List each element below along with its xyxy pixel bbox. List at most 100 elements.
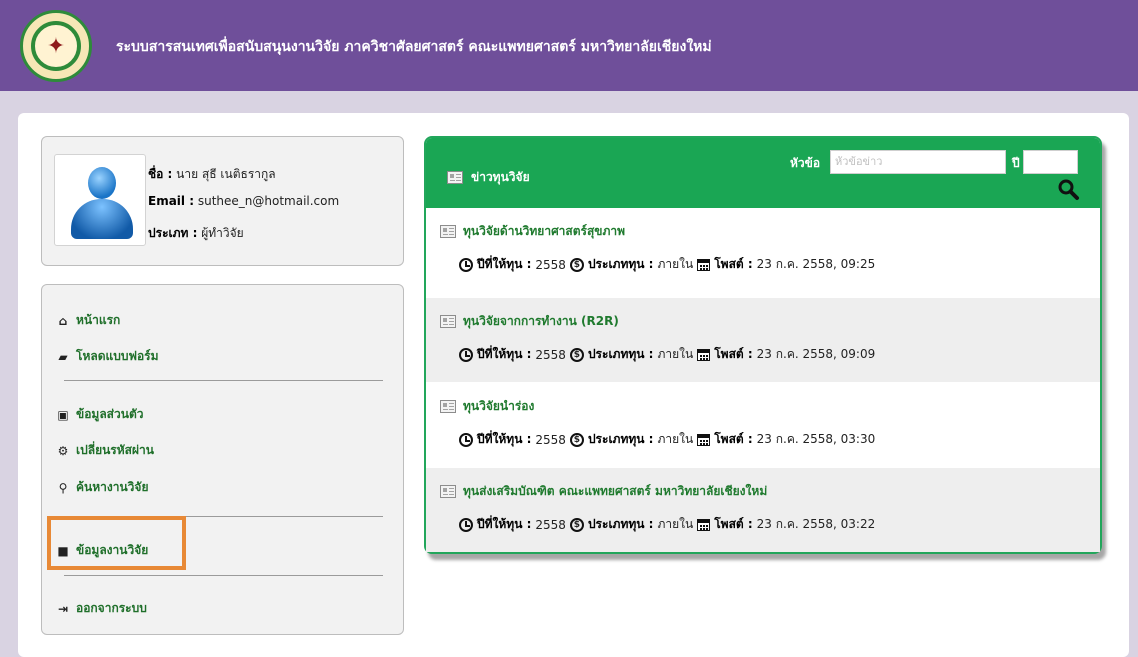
menu-item-label: ออกจากระบบ [76,601,147,615]
logout-icon: ⇥ [57,601,69,616]
news-item[interactable]: ทุนส่งเสริมบัณฑิต คณะแพทยศาสตร์ มหาวิทยา… [426,468,1100,552]
meta-type-value: ภายใน [657,517,694,531]
gears-icon: ⚙ [57,443,69,458]
avatar-head [88,167,116,199]
profile-name-value: นาย สุธี เนติธรากูล [176,167,276,181]
page-title: ระบบสารสนเทศเพื่อสนับสนุนงานวิจัย ภาควิช… [116,39,712,55]
news-item-title[interactable]: ทุนวิจัยนำร่อง [440,397,534,416]
meta-posted-value: 23 ก.ค. 2558, 03:22 [756,517,876,531]
clock-icon [459,517,473,532]
menu-item-label: ค้นหางานวิจัย [76,480,149,494]
profile-email-label: Email : [148,194,195,208]
year-label: ปี [1012,156,1020,170]
topic-search-input[interactable] [830,150,1006,174]
id-card-icon: ▣ [57,407,69,422]
search-icon[interactable] [1056,177,1080,201]
meta-posted-value: 23 ก.ค. 2558, 09:09 [756,347,876,361]
meta-year-label: ปีที่ให้ทุน : [477,347,532,361]
menu-divider [64,575,383,576]
meta-year-value: 2558 [535,257,566,272]
sidebar-menu: ⌂ หน้าแรก ▰ โหลดแบบฟอร์ม ▣ ข้อมูลส่วนตัว… [41,284,404,635]
newspaper-icon [440,400,456,413]
year-search-input[interactable] [1023,150,1078,174]
money-icon: $ [569,347,584,362]
faculty-logo: ✦ [20,10,92,82]
profile-type-value: ผู้ทำวิจัย [201,226,244,240]
meta-year-label: ปีที่ให้ทุน : [477,432,532,446]
news-item[interactable]: ทุนวิจัยจากการทำงาน (R2R) ปีที่ให้ทุน : … [426,298,1100,382]
menu-item-search-research[interactable]: ⚲ ค้นหางานวิจัย [56,478,149,497]
calendar-icon [697,518,711,531]
meta-posted-label: โพสต์ : [714,432,753,446]
meta-type-label: ประเภททุน : [587,257,654,271]
newspaper-icon [440,315,456,328]
news-item-title[interactable]: ทุนวิจัยจากการทำงาน (R2R) [440,312,619,331]
menu-item-change-password[interactable]: ⚙ เปลี่ยนรหัสผ่าน [56,441,154,460]
news-panel-title: ข่าวทุนวิจัย [447,168,530,187]
clock-icon [459,347,473,362]
meta-posted-value: 23 ก.ค. 2558, 09:25 [756,257,876,271]
meta-year-value: 2558 [535,432,566,447]
top-header: ✦ ระบบสารสนเทศเพื่อสนับสนุนงานวิจัย ภาคว… [0,0,1138,91]
meta-type-value: ภายใน [657,347,694,361]
meta-year-value: 2558 [535,347,566,362]
news-item-meta: ปีที่ให้ทุน : 2558 $ ประเภททุน : ภายใน โ… [459,515,875,534]
menu-item-logout[interactable]: ⇥ ออกจากระบบ [56,599,147,618]
profile-name: ชื่อ : นาย สุธี เนติธรากูล [148,165,276,184]
menu-item-download-forms[interactable]: ▰ โหลดแบบฟอร์ม [56,347,159,366]
news-item[interactable]: ทุนวิจัยด้านวิทยาศาสตร์สุขภาพ ปีที่ให้ทุ… [426,208,1100,292]
menu-item-home[interactable]: ⌂ หน้าแรก [56,311,121,330]
folder-open-icon: ▰ [58,349,68,364]
clock-icon [459,257,473,272]
news-item-title-text: ทุนส่งเสริมบัณฑิต คณะแพทยศาสตร์ มหาวิทยา… [463,484,768,498]
meta-posted-label: โพสต์ : [714,347,753,361]
news-item[interactable]: ทุนวิจัยนำร่อง ปีที่ให้ทุน : 2558 $ ประเ… [426,383,1100,467]
menu-item-personal-info[interactable]: ▣ ข้อมูลส่วนตัว [56,405,143,424]
calendar-icon [697,433,711,446]
money-icon: $ [569,432,584,447]
money-icon: $ [569,257,584,272]
news-panel: ข่าวทุนวิจัย หัวข้อ ปี ทุนวิจัยด้านวิทยา… [424,136,1102,554]
profile-email-value: suthee_n@hotmail.com [197,194,340,208]
meta-type-label: ประเภททุน : [587,517,654,531]
news-item-meta: ปีที่ให้ทุน : 2558 $ ประเภททุน : ภายใน โ… [459,430,875,449]
news-item-title[interactable]: ทุนส่งเสริมบัณฑิต คณะแพทยศาสตร์ มหาวิทยา… [440,482,767,501]
menu-item-label: หน้าแรก [76,313,121,327]
profile-email: Email : suthee_n@hotmail.com [148,194,339,208]
calendar-icon [697,348,711,361]
news-item-meta: ปีที่ให้ทุน : 2558 $ ประเภททุน : ภายใน โ… [459,345,875,364]
profile-card: ชื่อ : นาย สุธี เนติธรากูล Email : suthe… [41,136,404,266]
meta-year-label: ปีที่ให้ทุน : [477,517,532,531]
news-item-title-text: ทุนวิจัยจากการทำงาน (R2R) [463,314,619,328]
news-panel-title-text: ข่าวทุนวิจัย [471,170,530,184]
news-item-title-text: ทุนวิจัยนำร่อง [463,399,535,413]
profile-type-label: ประเภท : [148,226,198,240]
menu-divider [64,380,383,381]
meta-type-label: ประเภททุน : [587,432,654,446]
meta-type-label: ประเภททุน : [587,347,654,361]
menu-item-label: ข้อมูลส่วนตัว [76,407,144,421]
home-icon: ⌂ [58,313,68,328]
news-item-meta: ปีที่ให้ทุน : 2558 $ ประเภททุน : ภายใน โ… [459,255,875,274]
topic-label: หัวข้อ [790,156,821,170]
news-item-title-text: ทุนวิจัยด้านวิทยาศาสตร์สุขภาพ [463,224,626,238]
meta-year-label: ปีที่ให้ทุน : [477,257,532,271]
highlight-box [47,516,186,570]
meta-type-value: ภายใน [657,432,694,446]
avatar-body [71,199,133,239]
meta-type-value: ภายใน [657,257,694,271]
newspaper-icon [447,171,463,184]
newspaper-icon [440,225,456,238]
money-icon: $ [569,517,584,532]
menu-item-label: โหลดแบบฟอร์ม [76,349,159,363]
meta-posted-value: 23 ก.ค. 2558, 03:30 [756,432,876,446]
search-icon: ⚲ [58,480,68,495]
menu-item-label: เปลี่ยนรหัสผ่าน [76,443,154,457]
logo-emblem-icon: ✦ [46,33,66,59]
profile-name-label: ชื่อ : [148,167,173,181]
meta-posted-label: โพสต์ : [714,257,753,271]
avatar [54,154,146,246]
calendar-icon [697,258,711,271]
meta-year-value: 2558 [535,517,566,532]
news-item-title[interactable]: ทุนวิจัยด้านวิทยาศาสตร์สุขภาพ [440,222,625,241]
